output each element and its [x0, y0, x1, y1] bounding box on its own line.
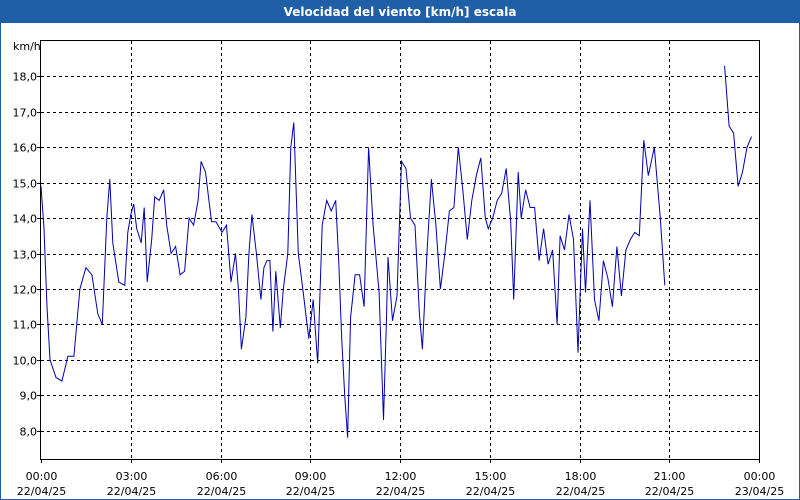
x-tick-time-label: 15:00: [475, 470, 507, 483]
y-tick-label: 11,0: [13, 319, 38, 332]
y-tick-label: 14,0: [13, 213, 38, 226]
x-tick-time-label: 03:00: [116, 470, 148, 483]
y-tick-label: 15,0: [13, 178, 38, 191]
x-tick-time-label: 21:00: [654, 470, 686, 483]
x-tick-time-label: 06:00: [206, 470, 238, 483]
x-tick-date-label: 22/04/25: [17, 485, 66, 498]
y-axis-unit-label: km/h: [13, 40, 41, 53]
x-tick-date-label: 22/04/25: [107, 485, 156, 498]
y-tick-label: 13,0: [13, 249, 38, 262]
x-tick-date-label: 23/04/25: [735, 485, 784, 498]
x-tick-time-label: 00:00: [744, 470, 776, 483]
x-tick-time-label: 09:00: [295, 470, 327, 483]
y-tick-label: 16,0: [13, 142, 38, 155]
x-axis-ticks: 00:00 22/04/25 03:00 22/04/25 06:00 22/04/25 0…: [17, 459, 784, 498]
x-tick-time-label: 12:00: [385, 470, 417, 483]
x-tick-time-label: 00:00: [26, 470, 58, 483]
y-tick-label: 17,0: [13, 107, 38, 120]
x-tick-date-label: 22/04/25: [556, 485, 605, 498]
wind-speed-chart: 8,0 9,0 10,0 11,0 12,0 13,0 14,0 15,0 16,0 17,0 18…: [13, 40, 784, 498]
x-tick-date-label: 22/04/25: [466, 485, 515, 498]
x-tick-date-label: 22/04/25: [197, 485, 246, 498]
y-tick-label: 10,0: [13, 355, 38, 368]
y-tick-label: 18,0: [13, 71, 38, 84]
x-tick-date-label: 22/04/25: [376, 485, 425, 498]
y-tick-label: 9,0: [20, 390, 38, 403]
x-tick-date-label: 22/04/25: [645, 485, 694, 498]
y-axis-ticks: 8,0 9,0 10,0 11,0 12,0 13,0 14,0 15,0 16,0 17,0 18…: [13, 71, 41, 439]
y-tick-label: 8,0: [20, 426, 38, 439]
x-tick-date-label: 22/04/25: [286, 485, 335, 498]
y-tick-label: 12,0: [13, 284, 38, 297]
x-tick-time-label: 18:00: [565, 470, 597, 483]
